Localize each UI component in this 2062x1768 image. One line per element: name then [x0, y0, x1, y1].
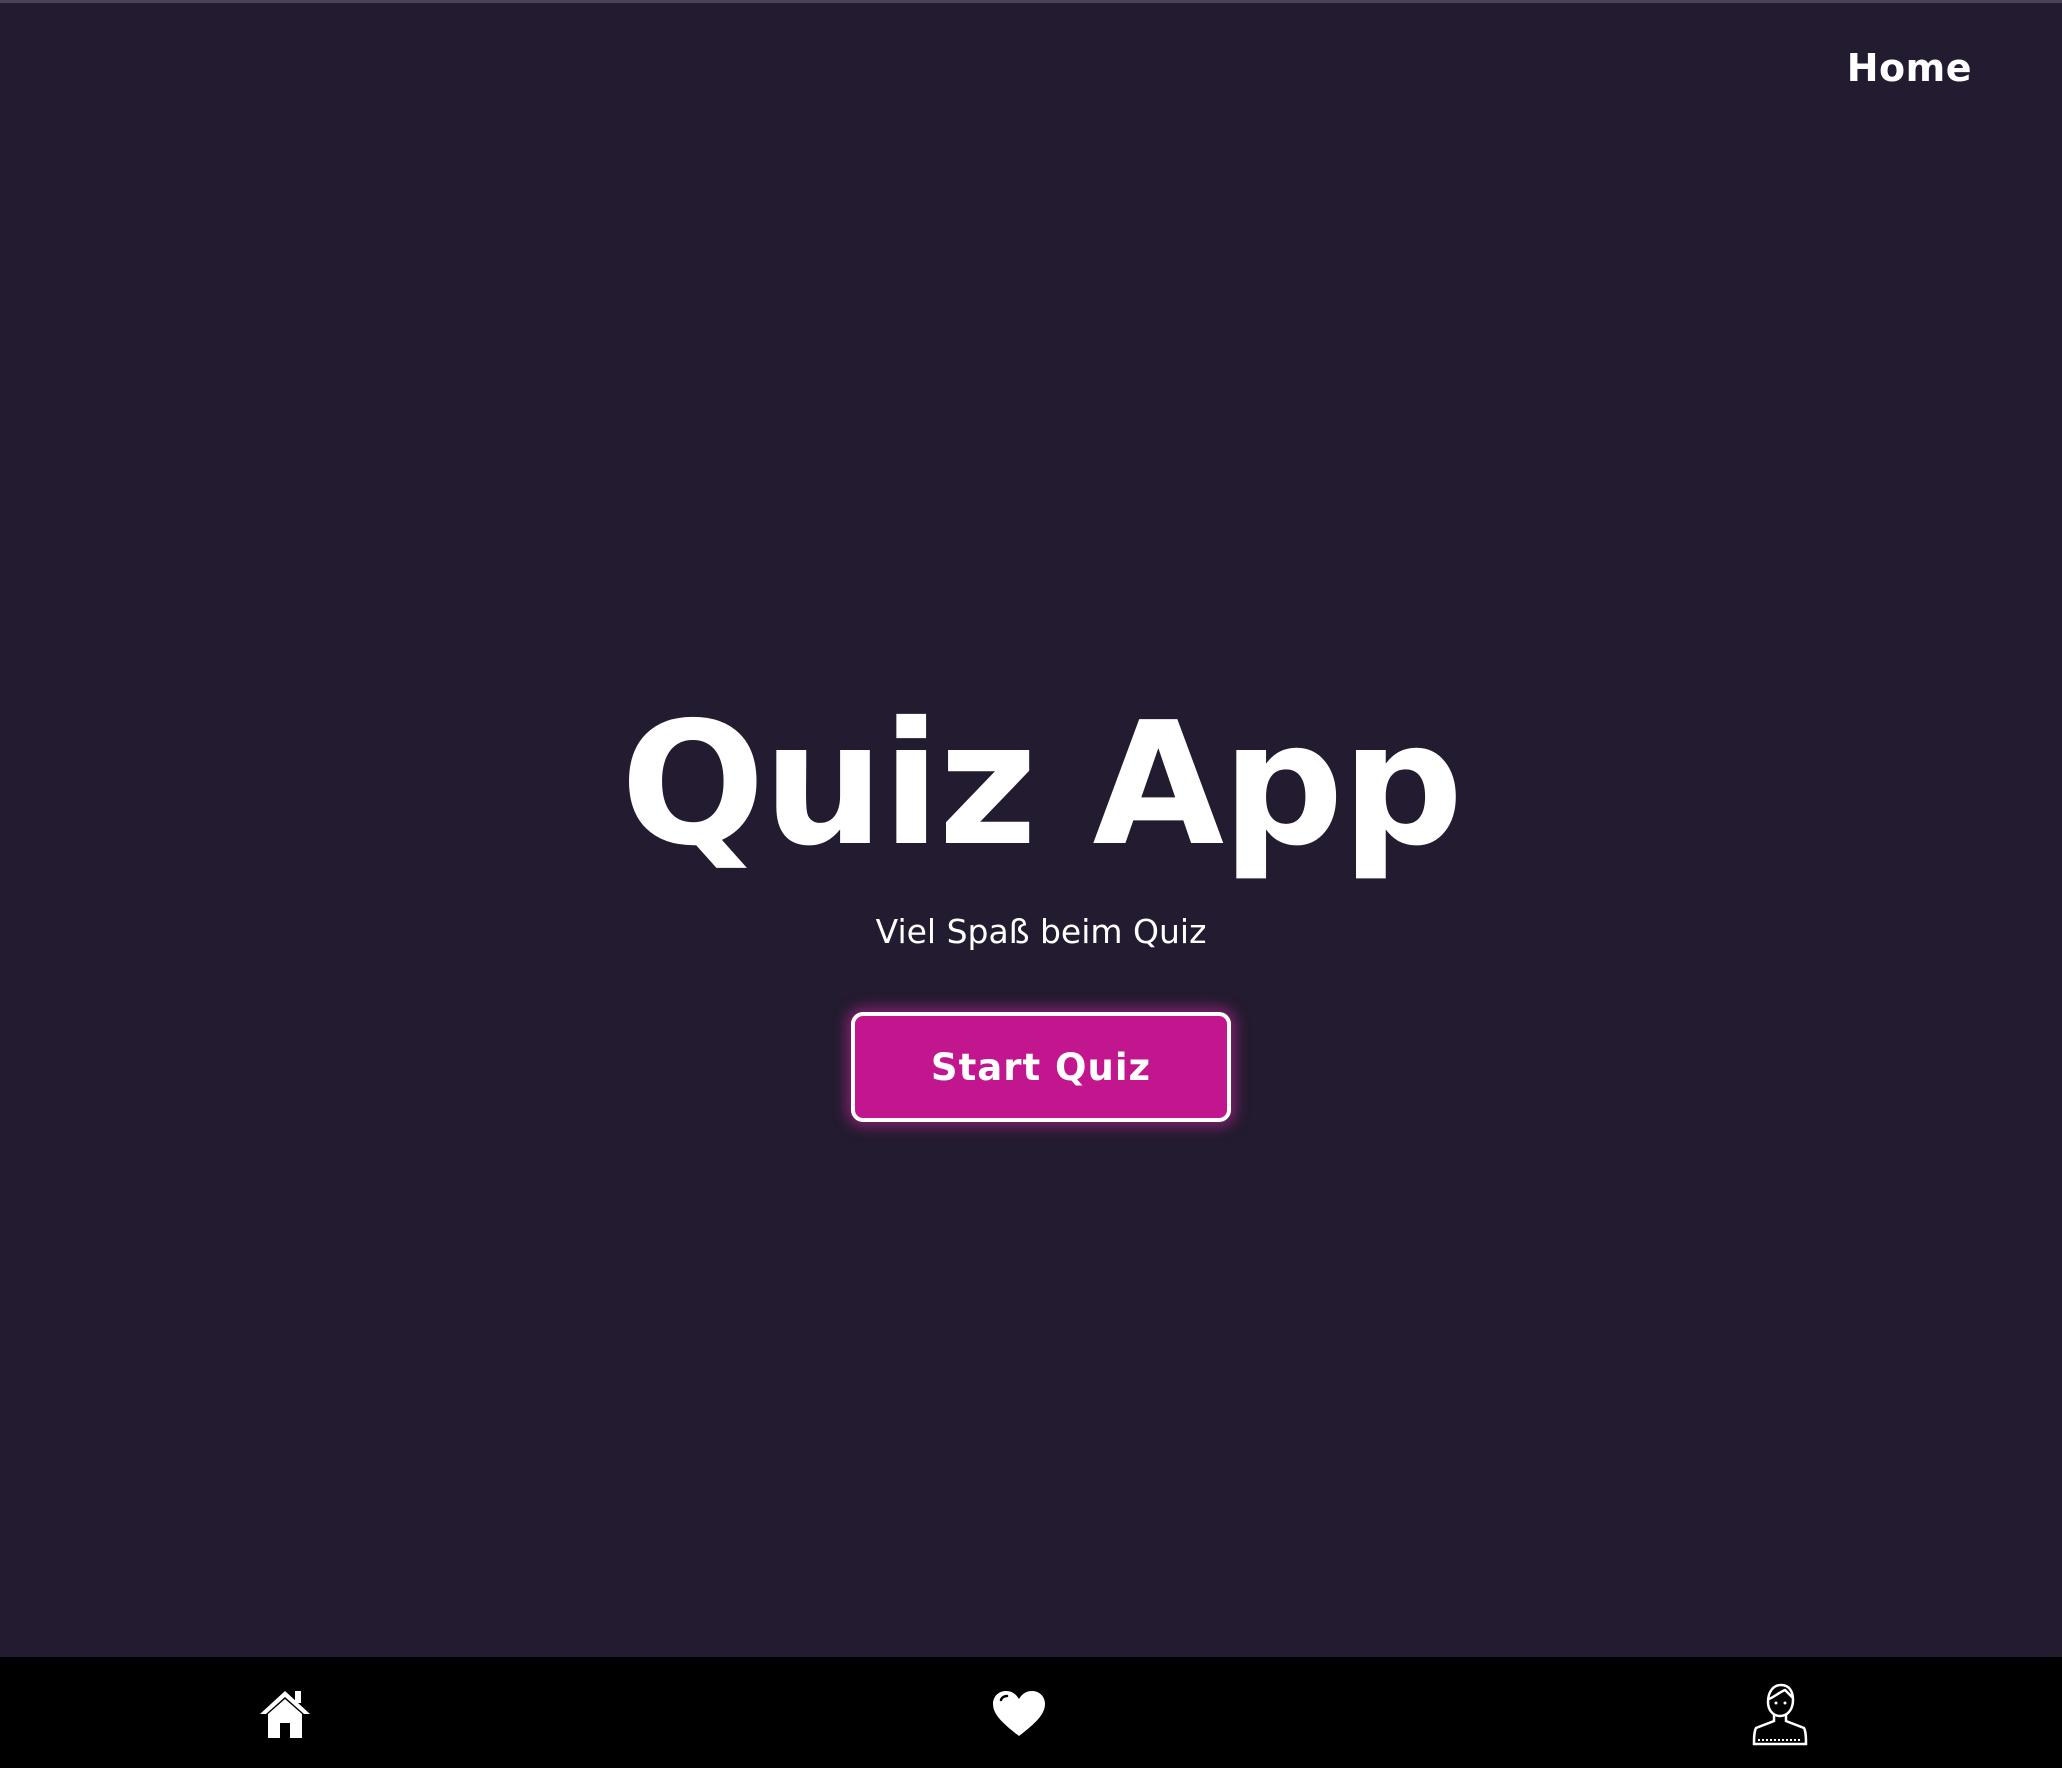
nav-item-profile[interactable]: [1745, 1679, 1815, 1749]
app-subtitle: Viel Spaß beim Quiz: [875, 912, 1207, 951]
heart-icon: [993, 1691, 1045, 1736]
app-title: Quiz App: [620, 686, 1464, 884]
start-quiz-button[interactable]: Start Quiz: [851, 1012, 1231, 1122]
nav-item-favorites[interactable]: [984, 1679, 1054, 1749]
bottom-navigation: [0, 1657, 2062, 1768]
nav-item-home[interactable]: [250, 1679, 320, 1749]
user-icon: [1752, 1683, 1808, 1746]
home-link[interactable]: Home: [1847, 46, 1972, 90]
home-icon: [260, 1691, 310, 1738]
top-divider: [0, 0, 2062, 3]
hero-section: Quiz App Viel Spaß beim Quiz Start Quiz: [0, 700, 2062, 1122]
